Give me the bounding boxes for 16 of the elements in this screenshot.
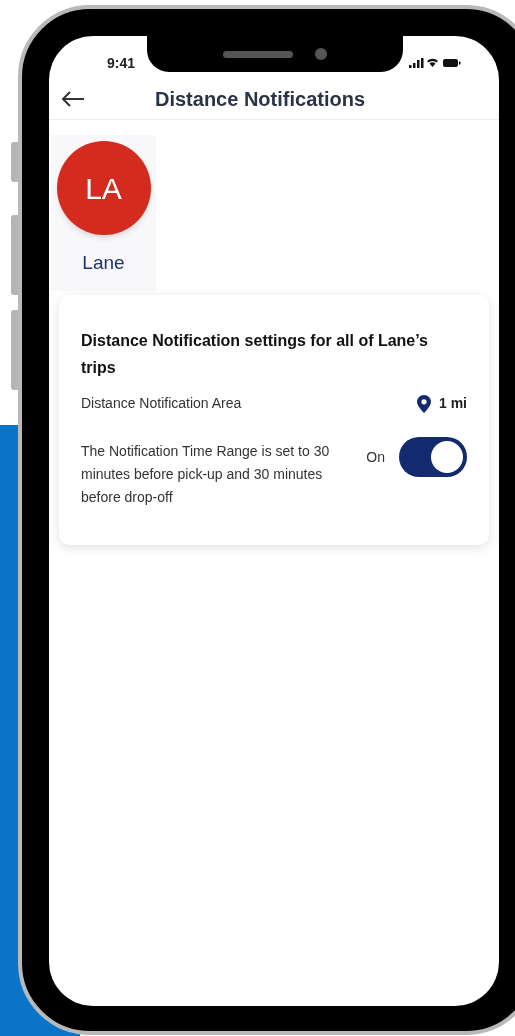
setting-label: Distance Notification Area (81, 394, 242, 413)
speaker-icon (223, 50, 293, 58)
status-icons (409, 57, 461, 69)
screen-title: Distance Notifications (155, 86, 366, 112)
setting-description: The Notification Time Range is set to 30 minutes before pick-up and 30 minutes before drop-off (81, 442, 331, 507)
toggle-switch[interactable] (399, 437, 467, 477)
setting-value: 1 mi (439, 394, 467, 413)
toggle-state-label: On (366, 447, 385, 467)
location-pin-icon (417, 394, 431, 413)
card-title: Distance Notification settings for all of Lane’s trips (81, 331, 429, 378)
profile-tile[interactable]: LA Lane (51, 135, 156, 291)
back-arrow-icon[interactable] (61, 89, 85, 108)
avatar: LA (56, 141, 151, 235)
camera-icon (315, 48, 327, 60)
status-time: 9:41 (107, 53, 136, 73)
profile-name: Lane (82, 251, 125, 275)
